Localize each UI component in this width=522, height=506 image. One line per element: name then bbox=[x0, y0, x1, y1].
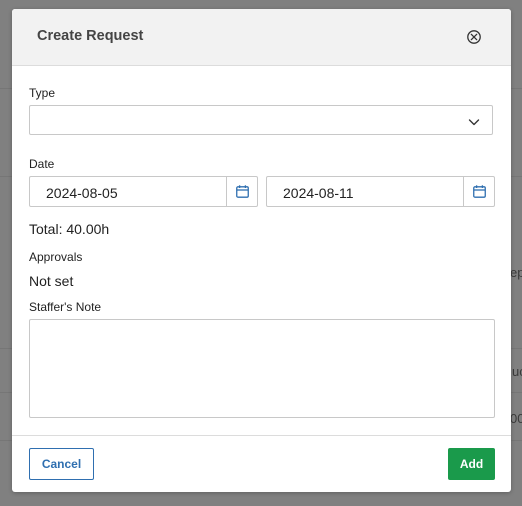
add-button[interactable]: Add bbox=[448, 448, 495, 480]
type-select[interactable] bbox=[29, 105, 493, 135]
calendar-icon bbox=[473, 185, 486, 198]
calendar-icon bbox=[236, 185, 249, 198]
end-date-value: 2024-08-11 bbox=[283, 185, 354, 201]
bg-text-fragment: uc bbox=[512, 364, 522, 379]
start-date-value: 2024-08-05 bbox=[46, 185, 118, 201]
close-icon[interactable] bbox=[465, 28, 483, 46]
chevron-down-icon bbox=[468, 115, 480, 127]
date-label: Date bbox=[29, 157, 55, 171]
bg-text-fragment: ep bbox=[510, 265, 522, 280]
staffer-note-textarea[interactable] bbox=[29, 319, 495, 418]
start-date-picker-button[interactable] bbox=[226, 177, 257, 206]
end-date-field[interactable]: 2024-08-11 bbox=[266, 176, 495, 207]
create-request-dialog: Create Request Type Date 2024-08-05 2024… bbox=[12, 9, 511, 492]
start-date-field[interactable]: 2024-08-05 bbox=[29, 176, 258, 207]
staffer-note-label: Staffer's Note bbox=[29, 300, 102, 314]
dialog-title: Create Request bbox=[37, 28, 144, 44]
end-date-picker-button[interactable] bbox=[463, 177, 494, 206]
approvals-value: Not set bbox=[29, 273, 74, 289]
type-label: Type bbox=[29, 86, 56, 100]
cancel-button[interactable]: Cancel bbox=[29, 448, 94, 480]
total-hours: Total: 40.00h bbox=[29, 221, 110, 237]
bg-text-fragment: 00 bbox=[510, 411, 522, 426]
approvals-label: Approvals bbox=[29, 250, 83, 264]
dialog-header: Create Request bbox=[12, 9, 511, 66]
dialog-footer: Cancel Add bbox=[12, 435, 511, 493]
